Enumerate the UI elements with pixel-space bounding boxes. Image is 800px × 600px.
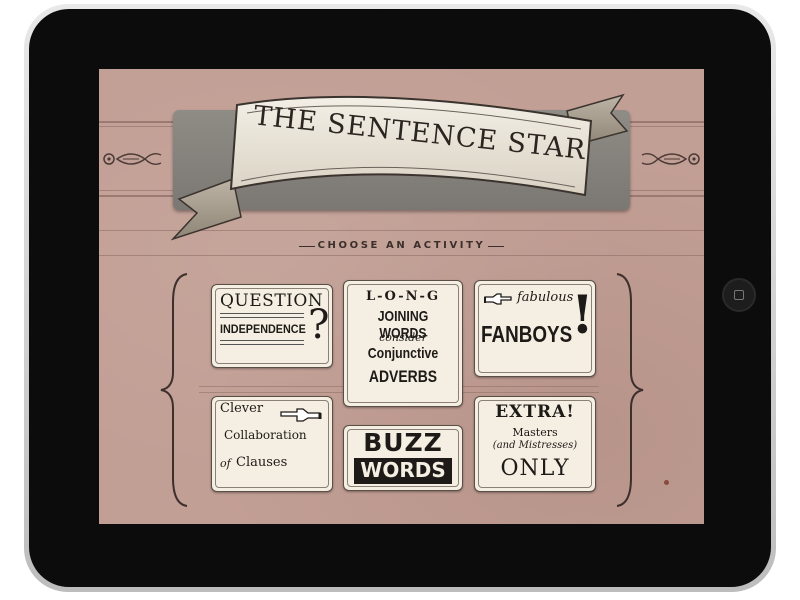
activity-fabulous-fanboys[interactable]: fabulous FANBOYS ! <box>474 280 596 377</box>
left-brace <box>160 273 188 507</box>
home-button-icon <box>734 290 744 300</box>
card-subtitle: INDEPENDENCE <box>220 322 306 336</box>
card-subtitle: WORDS <box>360 458 446 482</box>
subtitle-rule <box>488 246 504 247</box>
card-text: (and Mistresses) <box>492 440 578 451</box>
card-subtitle: Masters <box>512 426 558 439</box>
card-text: ONLY <box>500 456 570 481</box>
card-text: Clauses <box>236 455 288 470</box>
card-title: BUZZ <box>363 428 443 457</box>
card-title: L-O-N-G <box>365 289 441 304</box>
card-text: Conjunctive <box>367 345 439 362</box>
card-rule <box>220 340 304 345</box>
pointing-hand-icon <box>280 408 322 422</box>
question-mark: ? <box>308 302 330 348</box>
right-brace <box>616 273 644 507</box>
ornament-icon <box>641 152 700 166</box>
activity-question-independence[interactable]: QUESTION INDEPENDENCE ? <box>211 284 333 368</box>
card-title: EXTRA! <box>495 402 575 422</box>
card-subtitle: Collaboration <box>224 428 307 442</box>
card-subtitle: FANBOYS <box>481 321 573 347</box>
card-text: consider <box>379 331 427 344</box>
card-rule <box>220 313 304 318</box>
activity-clever-collaboration[interactable]: Clever Collaboration of Clauses <box>211 396 333 492</box>
pointing-hand-icon <box>484 293 512 305</box>
card-text: of <box>220 457 231 470</box>
paper-spot <box>664 480 669 485</box>
card-title: fabulous <box>517 290 574 305</box>
activity-long-joining-words[interactable]: L-O-N-G JOINING WORDS consider Conjuncti… <box>343 280 463 407</box>
card-text: ADVERBS <box>368 367 438 386</box>
activity-buzz-words[interactable]: BUZZ WORDS <box>343 425 463 491</box>
page-subtitle: CHOOSE AN ACTIVITY <box>317 240 486 251</box>
home-button[interactable] <box>722 278 756 312</box>
card-title: Clever <box>220 401 264 416</box>
activity-extra-masters[interactable]: EXTRA! Masters (and Mistresses) ONLY <box>474 396 596 492</box>
ornament-icon <box>103 152 162 166</box>
exclamation-mark: ! <box>571 285 594 346</box>
app-screen: THE SENTENCE STAR CHOOSE AN ACTIVITY QUE… <box>99 69 704 524</box>
